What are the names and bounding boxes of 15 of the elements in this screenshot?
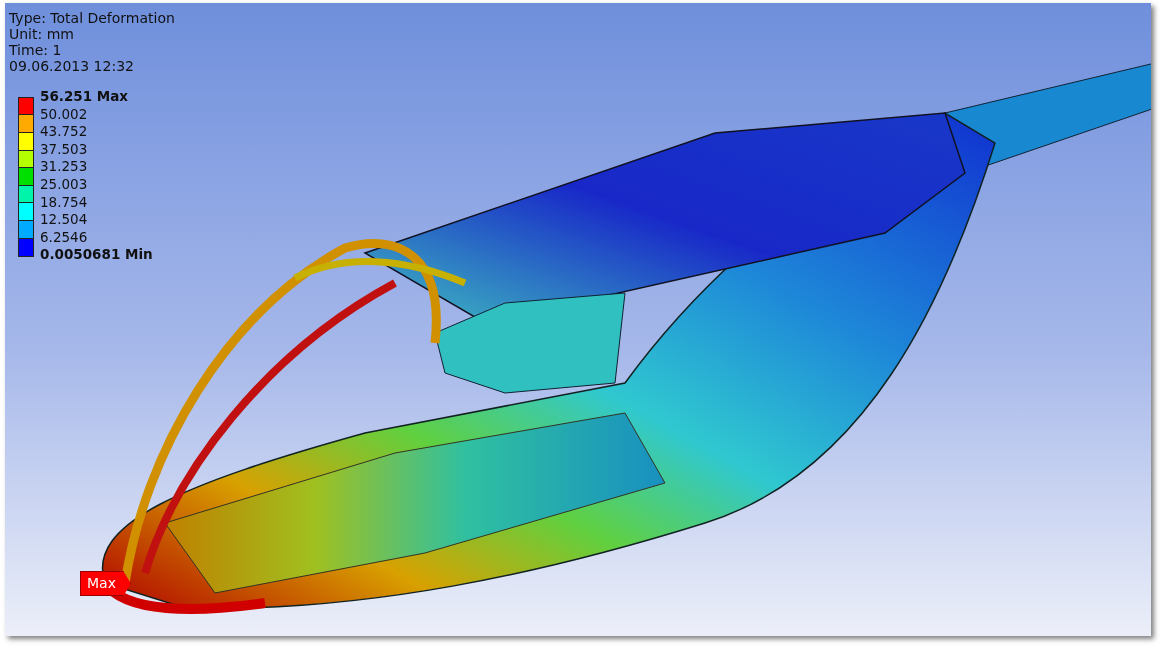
legend-value: 50.002	[40, 105, 88, 124]
legend-value: 12.504	[40, 211, 88, 229]
legend-value: 37.503	[40, 140, 88, 159]
legend-value: 31.253	[40, 158, 88, 176]
max-probe-label: Max	[80, 571, 131, 596]
result-info-text: 09.06.2013 12:32	[9, 58, 134, 74]
legend-max-value: 56.251 Max	[40, 88, 129, 106]
legend-min-value: 0.0050681 Min	[40, 246, 153, 264]
legend-value: 18.754	[40, 193, 88, 212]
legend-value: 43.752	[40, 123, 88, 141]
legend-value: 6.2546	[40, 228, 88, 247]
result-info-text: Type: Total Deformation	[9, 10, 175, 26]
result-info-text: Unit: mm	[9, 26, 74, 42]
result-info-text: Time: 1	[9, 42, 62, 58]
legend-value: 25.003	[40, 175, 88, 194]
